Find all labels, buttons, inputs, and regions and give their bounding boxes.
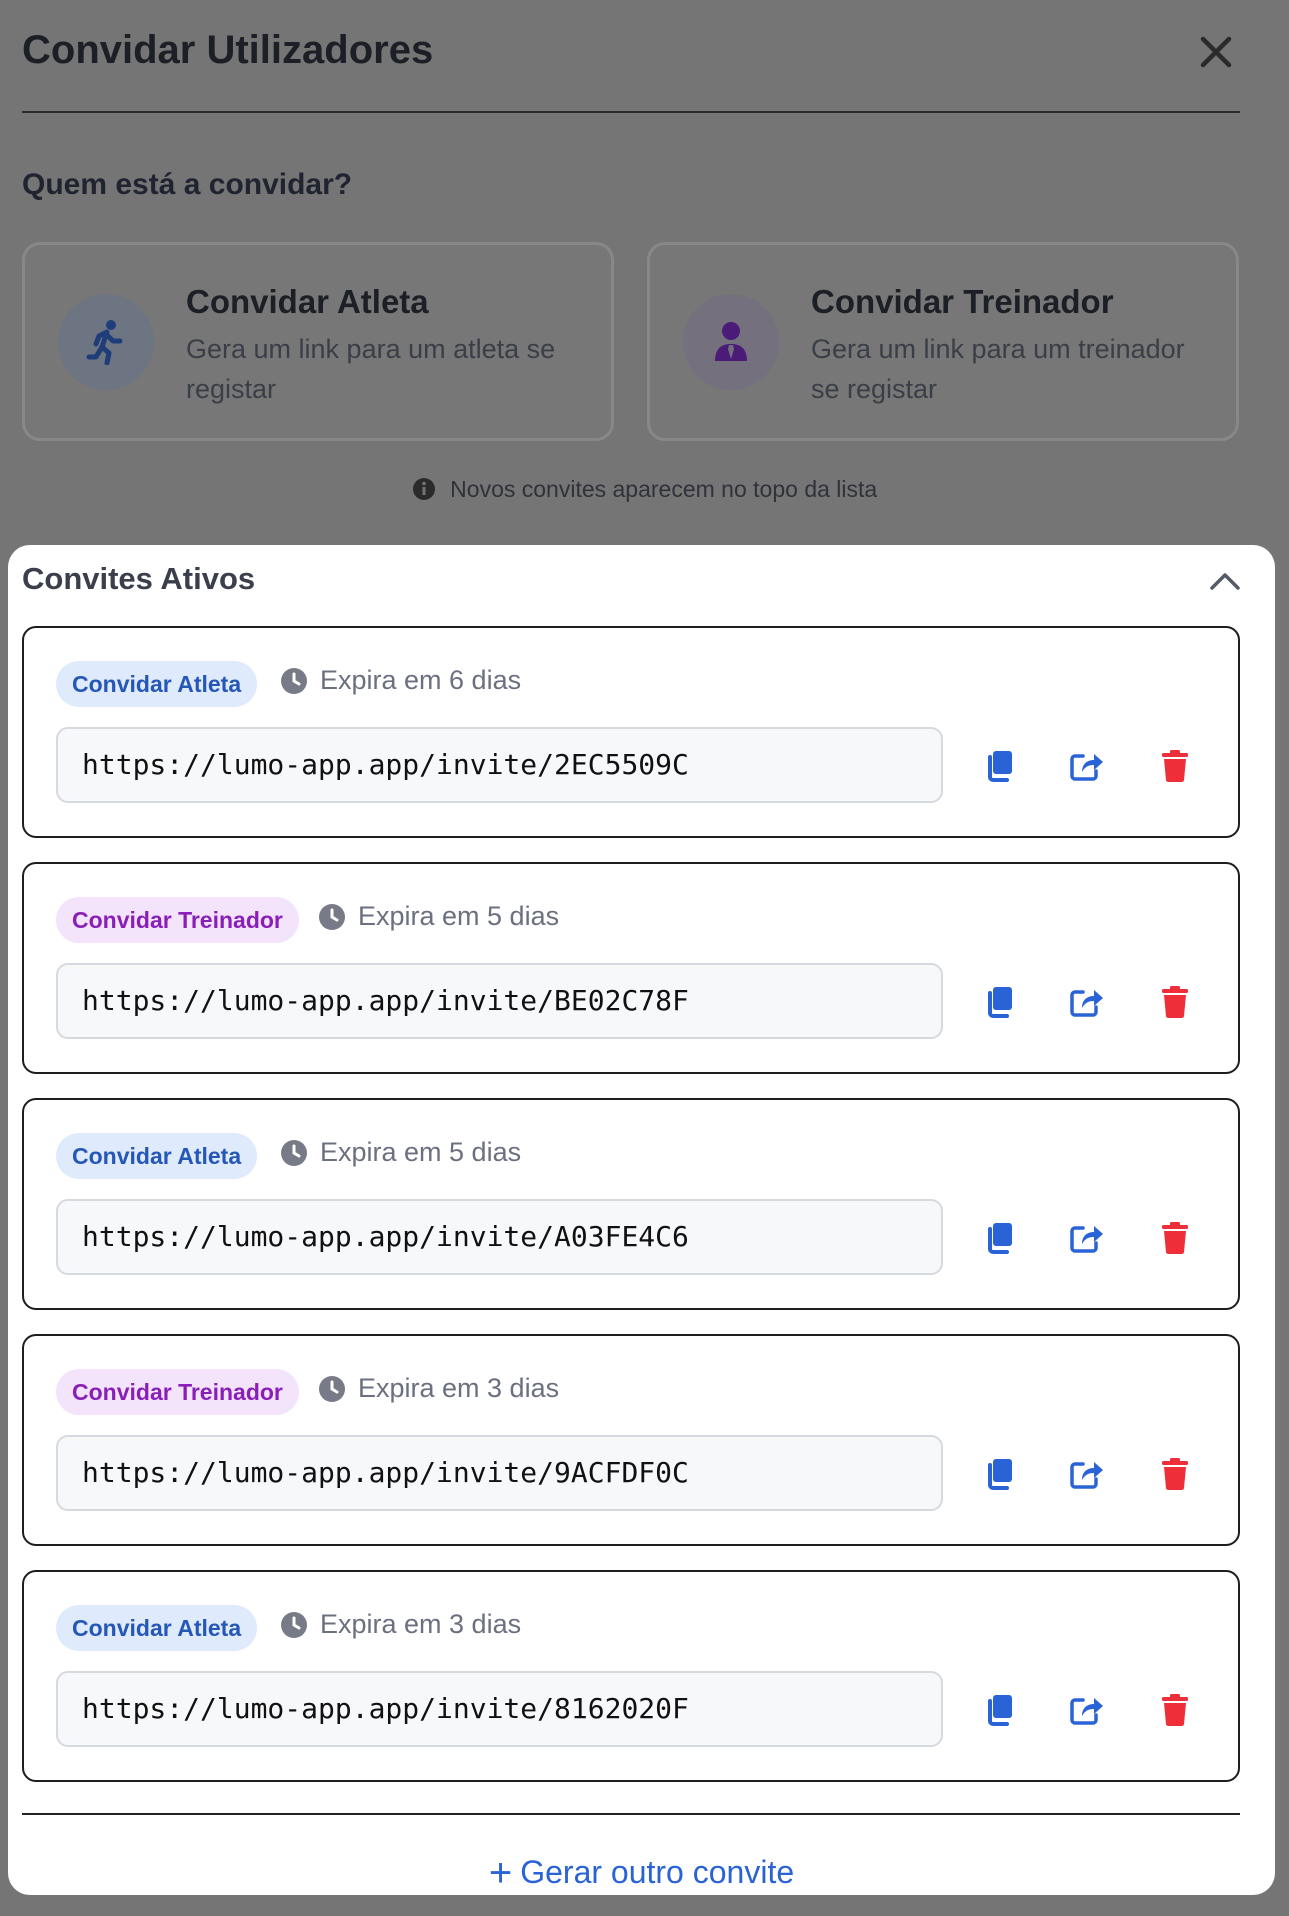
share-link-button[interactable] <box>1065 1688 1109 1732</box>
copy-icon <box>988 987 1012 1018</box>
user-tie-icon <box>715 322 747 361</box>
divider <box>22 1813 1240 1815</box>
expiry-text: Expira em 3 dias <box>358 1373 560 1403</box>
active-invites-sheet: Convites Ativos Convidar Atleta Expira e… <box>8 545 1275 1895</box>
option-title: Convidar Atleta <box>186 283 429 320</box>
delete-invite-button[interactable] <box>1153 1452 1197 1496</box>
invite-expiry: Expira em 6 dias <box>280 665 521 696</box>
trash-icon <box>1162 1458 1188 1491</box>
delete-invite-button[interactable] <box>1153 1688 1197 1732</box>
trash-icon <box>1162 986 1188 1019</box>
share-icon <box>1070 990 1103 1017</box>
option-description: Gera um link para um atleta se registar <box>186 334 556 404</box>
close-icon <box>1200 36 1232 68</box>
share-link-button[interactable] <box>1065 744 1109 788</box>
clock-icon <box>319 903 345 930</box>
invite-type-badge: Convidar Atleta <box>56 1605 258 1651</box>
invite-type-badge: Convidar Treinador <box>56 897 299 943</box>
invite-athlete-option[interactable]: Convidar Atleta Gera um link para um atl… <box>22 242 614 441</box>
close-button[interactable] <box>1194 30 1238 74</box>
copy-icon <box>988 1459 1012 1490</box>
copy-icon <box>988 751 1012 782</box>
clock-icon <box>281 1611 307 1638</box>
running-person-icon <box>86 320 123 365</box>
share-icon <box>1070 754 1103 781</box>
delete-invite-button[interactable] <box>1153 980 1197 1024</box>
trash-icon <box>1162 1694 1188 1727</box>
option-description: Gera um link para um treinador se regist… <box>811 334 1185 404</box>
delete-invite-button[interactable] <box>1153 744 1197 788</box>
clock-icon <box>281 667 307 694</box>
notice-text: Novos convites aparecem no topo da lista <box>450 476 878 502</box>
expiry-text: Expira em 5 dias <box>320 1137 522 1167</box>
trash-icon <box>1162 750 1188 783</box>
copy-link-button[interactable] <box>977 1452 1021 1496</box>
collapse-button[interactable] <box>1205 563 1245 599</box>
share-icon <box>1070 1698 1103 1725</box>
copy-link-button[interactable] <box>977 744 1021 788</box>
coach-avatar <box>683 294 779 390</box>
invite-coach-option[interactable]: Convidar Treinador Gera um link para um … <box>647 242 1239 441</box>
invite-link-field[interactable]: https://lumo-app.app/invite/9ACFDF0C <box>56 1435 943 1511</box>
expiry-text: Expira em 6 dias <box>320 665 522 695</box>
generate-label: Gerar outro convite <box>520 1854 795 1890</box>
share-link-button[interactable] <box>1065 1452 1109 1496</box>
invite-type-badge: Convidar Atleta <box>56 1133 258 1179</box>
copy-link-button[interactable] <box>977 980 1021 1024</box>
invite-card: Convidar Atleta Expira em 3 dias https:/… <box>22 1570 1240 1782</box>
share-link-button[interactable] <box>1065 980 1109 1024</box>
invite-expiry: Expira em 3 dias <box>280 1609 521 1640</box>
page-title: Convidar Utilizadores <box>22 28 434 72</box>
trash-icon <box>1162 1222 1188 1255</box>
active-invites-title: Convites Ativos <box>22 561 256 596</box>
invite-link-field[interactable]: https://lumo-app.app/invite/BE02C78F <box>56 963 943 1039</box>
chevron-up-icon <box>1210 573 1240 590</box>
invite-expiry: Expira em 3 dias <box>318 1373 559 1404</box>
invite-question: Quem está a convidar? <box>22 168 353 201</box>
invite-link-field[interactable]: https://lumo-app.app/invite/A03FE4C6 <box>56 1199 943 1275</box>
invite-expiry: Expira em 5 dias <box>318 901 559 932</box>
invite-card: Convidar Treinador Expira em 5 dias http… <box>22 862 1240 1074</box>
plus-icon: + <box>488 1851 513 1895</box>
new-invites-notice: Novos convites aparecem no topo da lista <box>0 476 1289 503</box>
expiry-text: Expira em 3 dias <box>320 1609 522 1639</box>
invite-link-field[interactable]: https://lumo-app.app/invite/2EC5509C <box>56 727 943 803</box>
athlete-avatar <box>58 294 154 390</box>
delete-invite-button[interactable] <box>1153 1216 1197 1260</box>
modal-header: Convidar Utilizadores <box>22 28 1240 113</box>
option-title: Convidar Treinador <box>811 283 1114 320</box>
share-icon <box>1070 1462 1103 1489</box>
expiry-text: Expira em 5 dias <box>358 901 560 931</box>
clock-icon <box>281 1139 307 1166</box>
copy-link-button[interactable] <box>977 1216 1021 1260</box>
invite-type-badge: Convidar Atleta <box>56 661 258 707</box>
invite-expiry: Expira em 5 dias <box>280 1137 521 1168</box>
copy-link-button[interactable] <box>977 1688 1021 1732</box>
invite-link-field[interactable]: https://lumo-app.app/invite/8162020F <box>56 1671 943 1747</box>
share-icon <box>1070 1226 1103 1253</box>
generate-invite-button[interactable]: + Gerar outro convite <box>8 1851 1275 1895</box>
invite-card: Convidar Treinador Expira em 3 dias http… <box>22 1334 1240 1546</box>
invite-type-badge: Convidar Treinador <box>56 1369 299 1415</box>
copy-icon <box>988 1223 1012 1254</box>
invite-card: Convidar Atleta Expira em 5 dias https:/… <box>22 1098 1240 1310</box>
copy-icon <box>988 1695 1012 1726</box>
clock-icon <box>319 1375 345 1402</box>
share-link-button[interactable] <box>1065 1216 1109 1260</box>
invite-card: Convidar Atleta Expira em 6 dias https:/… <box>22 626 1240 838</box>
info-icon <box>412 478 435 500</box>
